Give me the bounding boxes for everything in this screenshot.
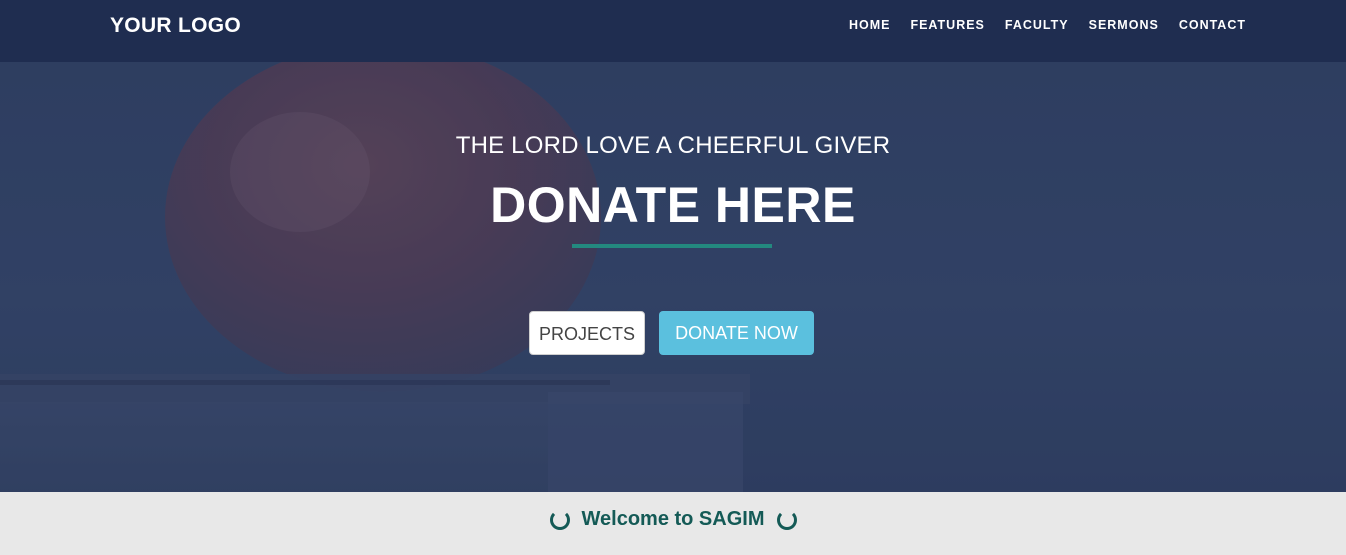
loading-ring-icon: [776, 509, 797, 530]
hero-title: DONATE HERE: [490, 177, 856, 233]
projects-button[interactable]: PROJECTS: [529, 311, 645, 355]
welcome-text: Welcome to SAGIM: [581, 508, 765, 530]
nav-link-contact[interactable]: CONTACT: [1179, 18, 1246, 32]
welcome-heading: Welcome to SAGIM: [0, 508, 1346, 531]
welcome-section: Welcome to SAGIM: [0, 492, 1346, 555]
nav-menu: HOME FEATURES FACULTY SERMONS CONTACT: [849, 16, 1246, 34]
nav-item-home: HOME: [849, 16, 891, 34]
nav-link-features[interactable]: FEATURES: [910, 18, 984, 32]
title-underline: [572, 244, 772, 248]
nav-link-sermons[interactable]: SERMONS: [1089, 18, 1159, 32]
nav-item-sermons: SERMONS: [1089, 16, 1159, 34]
site-logo[interactable]: YOUR LOGO: [110, 14, 241, 38]
nav-item-faculty: FACULTY: [1005, 16, 1069, 34]
nav-link-faculty[interactable]: FACULTY: [1005, 18, 1069, 32]
hero-content: THE LORD LOVE A CHEERFUL GIVER DONATE HE…: [0, 62, 1346, 492]
navbar: YOUR LOGO HOME FEATURES FACULTY SERMONS …: [0, 0, 1346, 62]
nav-item-contact: CONTACT: [1179, 16, 1246, 34]
nav-item-features: FEATURES: [910, 16, 984, 34]
donate-now-button[interactable]: DONATE NOW: [659, 311, 814, 355]
nav-link-home[interactable]: HOME: [849, 18, 891, 32]
hero-subtitle: THE LORD LOVE A CHEERFUL GIVER: [455, 132, 891, 159]
hero-section: THE LORD LOVE A CHEERFUL GIVER DONATE HE…: [0, 62, 1346, 492]
loading-ring-icon: [549, 509, 570, 530]
